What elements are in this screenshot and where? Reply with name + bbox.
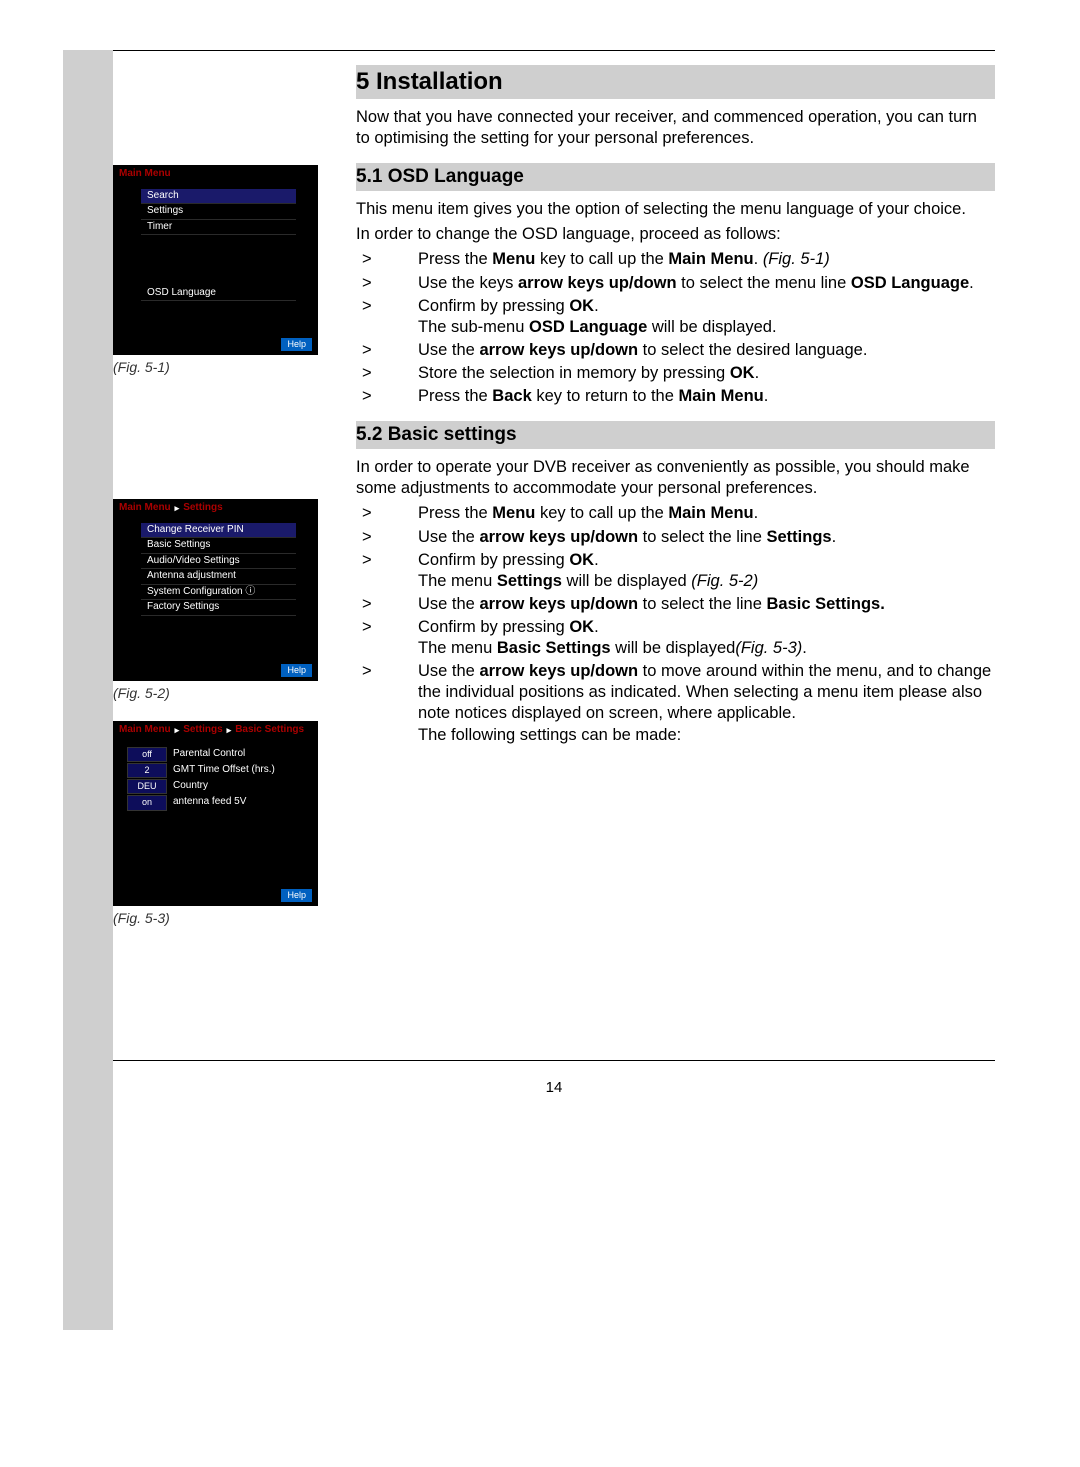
fig1-caption: (Fig. 5-1) — [113, 359, 328, 375]
section-5-2-heading: 5.2 Basic settings — [356, 421, 995, 449]
fig1-item-search: Search — [141, 189, 296, 205]
figure-5-1: Main Menu Search Settings Timer OSD Lang… — [113, 165, 318, 355]
figures-column: Main Menu Search Settings Timer OSD Lang… — [113, 65, 328, 960]
page-number: 14 — [113, 1079, 995, 1096]
fig3-caption: (Fig. 5-3) — [113, 910, 328, 926]
section-5-1-heading: 5.1 OSD Language — [356, 163, 995, 191]
fig2-item-3: Antenna adjustment — [141, 569, 296, 585]
figure-5-3: Main Menu▸Settings▸Basic Settings off Pa… — [113, 721, 318, 906]
sec51-p1: This menu item gives you the option of s… — [356, 199, 995, 220]
intro-paragraph: Now that you have connected your receive… — [356, 107, 995, 149]
fig2-item-5: Factory Settings — [141, 600, 296, 616]
fig2-item-1: Basic Settings — [141, 538, 296, 554]
fig2-item-2: Audio/Video Settings — [141, 554, 296, 570]
fig2-caption: (Fig. 5-2) — [113, 685, 328, 701]
bottom-rule — [113, 1060, 995, 1061]
fig1-breadcrumb: Main Menu — [113, 165, 318, 183]
sec51-steps: >Press the Menu key to call up the Main … — [356, 249, 995, 407]
fig1-item-settings: Settings — [141, 204, 296, 220]
sec52-p1: In order to operate your DVB receiver as… — [356, 457, 995, 499]
fig3-row-1: 2 GMT Time Offset (hrs.) — [127, 763, 318, 778]
sec51-p2: In order to change the OSD language, pro… — [356, 224, 995, 245]
fig2-help: Help — [281, 664, 312, 677]
fig1-item-timer: Timer — [141, 220, 296, 236]
manual-page: Main Menu Search Settings Timer OSD Lang… — [0, 0, 1080, 1467]
fig1-help: Help — [281, 338, 312, 351]
fig2-breadcrumb: Main Menu▸Settings — [113, 499, 318, 517]
fig3-help: Help — [281, 889, 312, 902]
fig3-breadcrumb: Main Menu▸Settings▸Basic Settings — [113, 721, 318, 739]
text-column: 5 Installation Now that you have connect… — [356, 65, 995, 960]
fig3-row-2: DEU Country — [127, 779, 318, 794]
fig2-item-4: System Configuration ⓘ — [141, 585, 296, 601]
left-margin-bar — [63, 50, 113, 1330]
fig2-item-0: Change Receiver PIN — [141, 523, 296, 539]
fig1-osd-language: OSD Language — [141, 286, 296, 302]
top-rule — [113, 50, 995, 51]
section-5-heading: 5 Installation — [356, 65, 995, 99]
fig3-row-3: on antenna feed 5V — [127, 795, 318, 810]
figure-5-2: Main Menu▸Settings Change Receiver PIN B… — [113, 499, 318, 681]
sec52-steps: >Press the Menu key to call up the Main … — [356, 503, 995, 745]
fig3-row-0: off Parental Control — [127, 747, 318, 762]
